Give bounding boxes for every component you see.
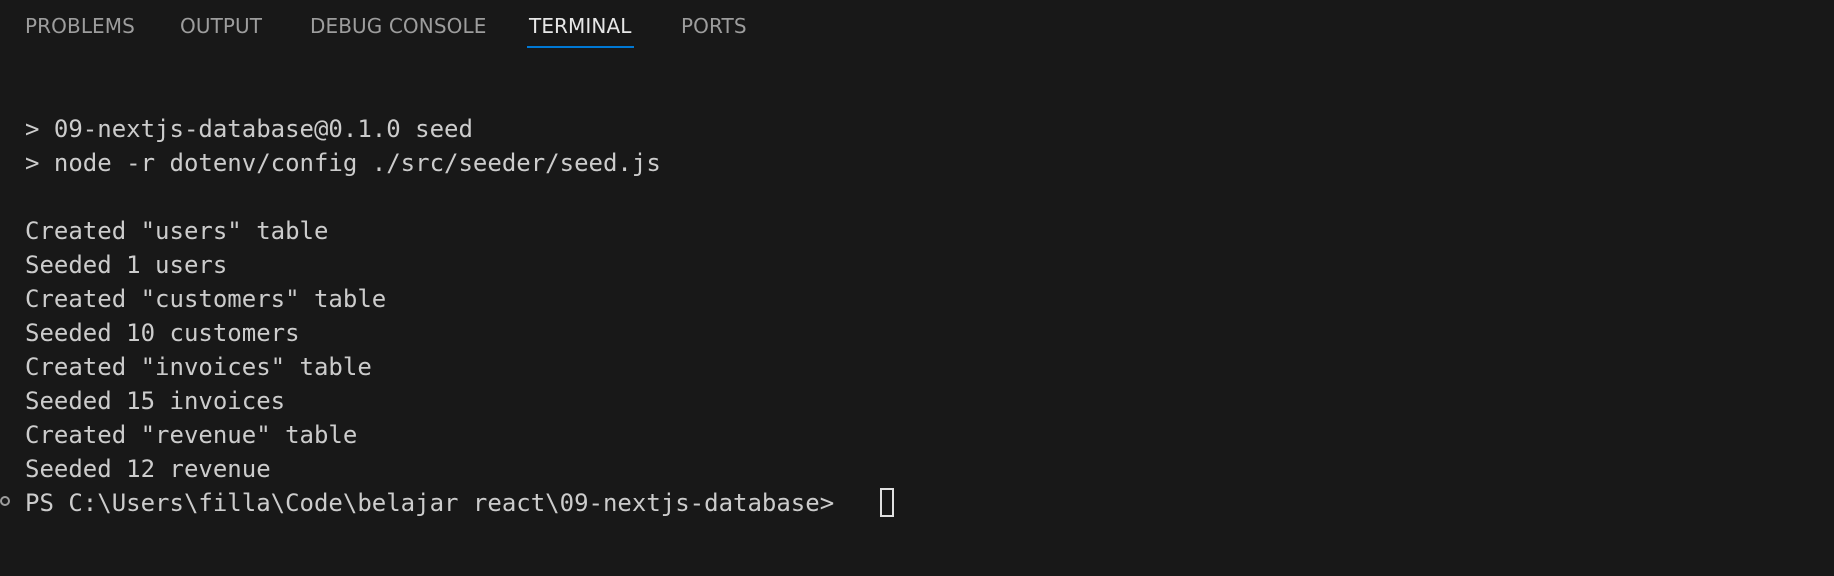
- circle-outline-icon[interactable]: [0, 496, 10, 506]
- terminal-prompt: PS C:\Users\filla\Code\belajar react\09-…: [25, 489, 849, 517]
- terminal-line: Seeded 10 customers: [25, 319, 300, 347]
- terminal-line: Created "users" table: [25, 217, 329, 245]
- terminal-cursor[interactable]: [880, 488, 894, 517]
- terminal-line: Seeded 12 revenue: [25, 455, 271, 483]
- terminal-panel: PROBLEMS OUTPUT DEBUG CONSOLE TERMINAL P…: [0, 0, 1834, 576]
- tab-debug-console[interactable]: DEBUG CONSOLE: [310, 10, 486, 48]
- tab-output[interactable]: OUTPUT: [180, 10, 262, 48]
- panel-tab-bar: PROBLEMS OUTPUT DEBUG CONSOLE TERMINAL P…: [0, 0, 1834, 52]
- terminal-line: Created "invoices" table: [25, 353, 372, 381]
- terminal-line: Seeded 1 users: [25, 251, 228, 279]
- terminal-line: Created "customers" table: [25, 285, 387, 313]
- terminal-line: Seeded 15 invoices: [25, 387, 286, 415]
- tab-problems[interactable]: PROBLEMS: [25, 10, 135, 48]
- terminal-line: Created "revenue" table: [25, 421, 358, 449]
- tab-ports[interactable]: PORTS: [681, 10, 747, 48]
- tab-terminal[interactable]: TERMINAL: [527, 10, 633, 48]
- terminal-line: > 09-nextjs-database@0.1.0 seed: [25, 115, 473, 143]
- terminal-prompt-row[interactable]: PS C:\Users\filla\Code\belajar react\09-…: [0, 486, 1834, 520]
- terminal-line: > node -r dotenv/config ./src/seeder/see…: [25, 149, 661, 177]
